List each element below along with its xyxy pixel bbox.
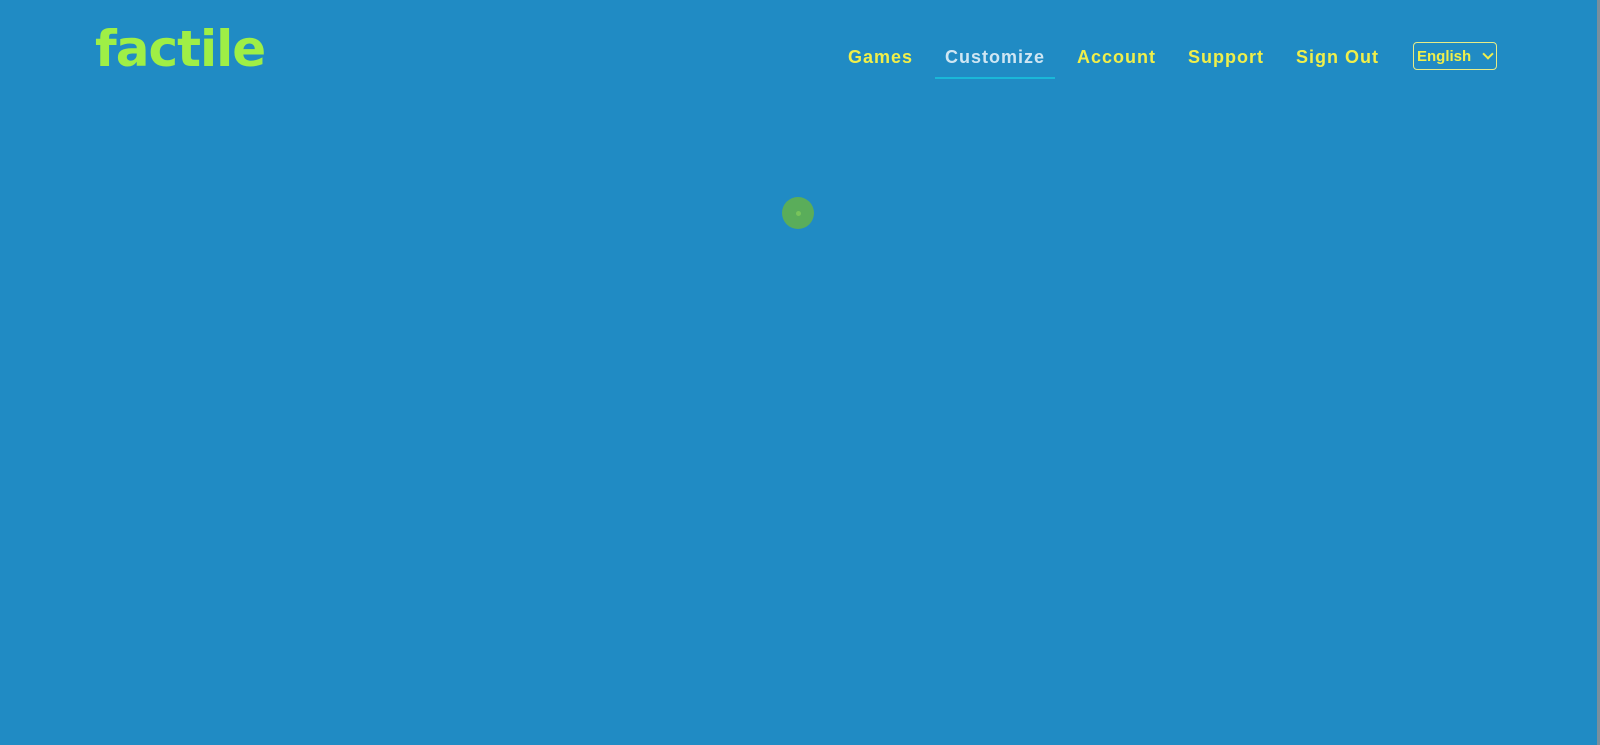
main-nav: Games Customize Account Support Sign Out: [832, 44, 1395, 79]
language-select-value: English: [1417, 47, 1472, 65]
nav-item-support[interactable]: Support: [1178, 44, 1274, 79]
page: factile Games Customize Account Support …: [0, 0, 1600, 745]
nav-item-account[interactable]: Account: [1067, 44, 1166, 79]
nav-item-customize[interactable]: Customize: [934, 44, 1055, 79]
language-select[interactable]: English: [1413, 42, 1497, 70]
factile-logo[interactable]: factile: [95, 24, 266, 74]
spinner-center-dot: [795, 210, 801, 216]
nav-item-games[interactable]: Games: [838, 44, 923, 79]
chevron-down-icon: [1482, 48, 1494, 60]
loading-spinner-icon: [782, 197, 814, 229]
nav-item-sign-out[interactable]: Sign Out: [1286, 44, 1389, 79]
